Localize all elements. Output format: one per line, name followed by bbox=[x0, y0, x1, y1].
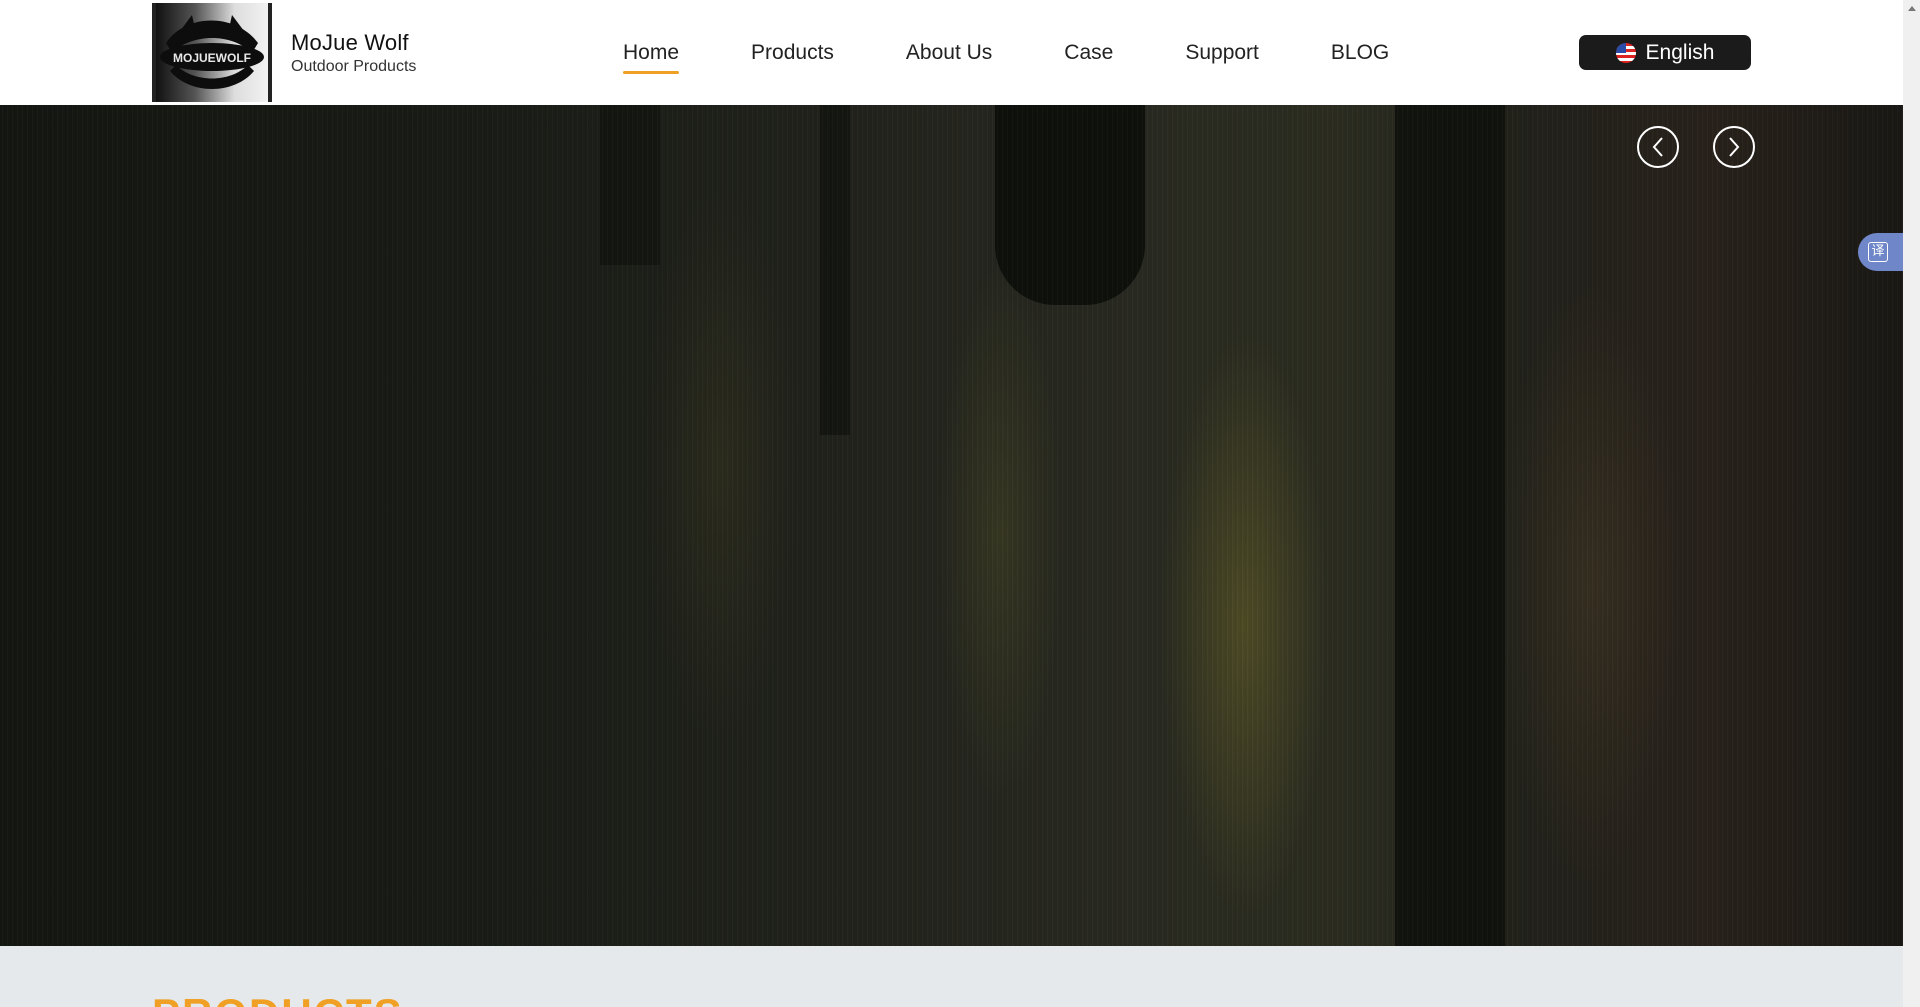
us-flag-icon bbox=[1615, 42, 1636, 63]
translate-widget-button[interactable]: 译 bbox=[1858, 233, 1903, 271]
language-selector-button[interactable]: English bbox=[1579, 35, 1751, 70]
carousel-prev-button[interactable] bbox=[1637, 126, 1679, 168]
brand-name: MoJue Wolf bbox=[291, 30, 409, 55]
nav-item-products[interactable]: Products bbox=[751, 0, 834, 105]
nav-item-support[interactable]: Support bbox=[1185, 0, 1259, 105]
products-section: PRODUCTS bbox=[0, 946, 1903, 1007]
logo-wolf-emblem-icon: MOJUEWOLF bbox=[160, 15, 264, 89]
nav-item-home[interactable]: Home bbox=[623, 0, 680, 105]
nav-item-about-us[interactable]: About Us bbox=[906, 0, 992, 105]
page-scrollbar[interactable] bbox=[1903, 0, 1920, 1007]
translate-icon: 译 bbox=[1868, 242, 1888, 262]
brand-tagline: Outdoor Products bbox=[291, 58, 417, 75]
hero-banner bbox=[0, 105, 1903, 946]
scroll-up-arrow-icon[interactable] bbox=[1903, 0, 1920, 17]
nav-item-case[interactable]: Case bbox=[1064, 0, 1113, 105]
section-title: PRODUCTS bbox=[152, 990, 404, 1007]
main-nav: Home Products About Us Case Support BLOG bbox=[623, 0, 1389, 105]
language-label: English bbox=[1645, 40, 1715, 64]
svg-text:MOJUEWOLF: MOJUEWOLF bbox=[173, 51, 251, 65]
hero-texture bbox=[0, 105, 1903, 946]
brand-logo[interactable]: MOJUEWOLF bbox=[152, 3, 272, 102]
chevron-right-icon bbox=[1729, 137, 1740, 157]
site-header: MOJUEWOLF MoJue Wolf Outdoor Products Ho… bbox=[0, 0, 1903, 105]
chevron-left-icon bbox=[1652, 137, 1663, 157]
nav-item-blog[interactable]: BLOG bbox=[1331, 0, 1389, 105]
carousel-next-button[interactable] bbox=[1713, 126, 1755, 168]
